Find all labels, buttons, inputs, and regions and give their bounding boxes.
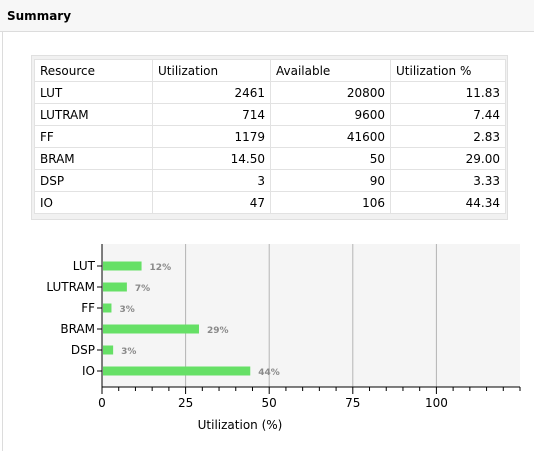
cell-utilization-pct: 29.00 [390,147,506,170]
table-row[interactable]: FF 1179 41600 2.83 [34,125,506,148]
y-tick-label: IO [82,364,95,378]
summary-title: Summary [7,9,72,23]
y-tick-label: DSP [71,343,95,357]
cell-utilization: 2461 [152,81,271,104]
cell-resource: LUTRAM [34,103,153,126]
cell-resource: BRAM [34,147,153,170]
y-tick-label: BRAM [60,322,95,336]
bar [103,261,142,271]
cell-available: 20800 [270,81,391,104]
cell-resource: IO [34,191,153,214]
column-header-utilization[interactable]: Utilization [152,59,271,82]
cell-utilization: 714 [152,103,271,126]
cell-utilization: 47 [152,191,271,214]
cell-resource: FF [34,125,153,148]
bar [103,345,114,355]
cell-utilization-pct: 2.83 [390,125,506,148]
x-tick-label: 25 [178,396,193,410]
cell-available: 90 [270,169,391,192]
utilization-table-panel: Resource Utilization Available Utilizati… [31,55,508,220]
x-tick-label: 100 [425,396,448,410]
cell-utilization-pct: 7.44 [390,103,506,126]
bar-data-label: 29% [207,326,229,336]
y-tick-label: LUT [73,259,96,273]
bar-data-label: 44% [258,368,280,378]
cell-resource: DSP [34,169,153,192]
column-header-resource[interactable]: Resource [34,59,153,82]
cell-available: 41600 [270,125,391,148]
bar [103,282,127,292]
column-header-available[interactable]: Available [270,59,391,82]
summary-header: Summary [0,0,534,32]
y-tick-label: FF [81,301,95,315]
cell-utilization: 1179 [152,125,271,148]
column-header-utilization-pct[interactable]: Utilization % [390,59,506,82]
bar [103,366,251,376]
utilization-table: Resource Utilization Available Utilizati… [34,59,506,214]
cell-utilization-pct: 3.33 [390,169,506,192]
y-tick-label: LUTRAM [46,280,95,294]
cell-utilization: 14.50 [152,147,271,170]
table-header-row: Resource Utilization Available Utilizati… [34,59,506,82]
x-tick-label: 0 [98,396,106,410]
bar-data-label: 3% [119,305,134,315]
table-row[interactable]: IO 47 106 44.34 [34,191,506,214]
table-row[interactable]: DSP 3 90 3.33 [34,169,506,192]
utilization-bar-chart: LUT 12% LUTRAM 7% FF 3% BRAM 29% DSP 3% IO 44% 0 25 50… [46,244,521,432]
cell-available: 50 [270,147,391,170]
x-axis-label: Utilization (%) [198,418,283,432]
x-tick-label: 50 [262,396,277,410]
bar-data-label: 3% [121,347,136,357]
cell-resource: LUT [34,81,153,104]
table-row[interactable]: BRAM 14.50 50 29.00 [34,147,506,170]
cell-utilization: 3 [152,169,271,192]
cell-available: 106 [270,191,391,214]
bar-data-label: 7% [135,284,150,294]
bar-data-label: 12% [150,263,172,273]
table-row[interactable]: LUT 2461 20800 11.83 [34,81,506,104]
bar [103,324,199,334]
table-row[interactable]: LUTRAM 714 9600 7.44 [34,103,506,126]
cell-available: 9600 [270,103,391,126]
bar [103,303,112,313]
x-tick-label: 75 [345,396,360,410]
cell-utilization-pct: 44.34 [390,191,506,214]
cell-utilization-pct: 11.83 [390,81,506,104]
